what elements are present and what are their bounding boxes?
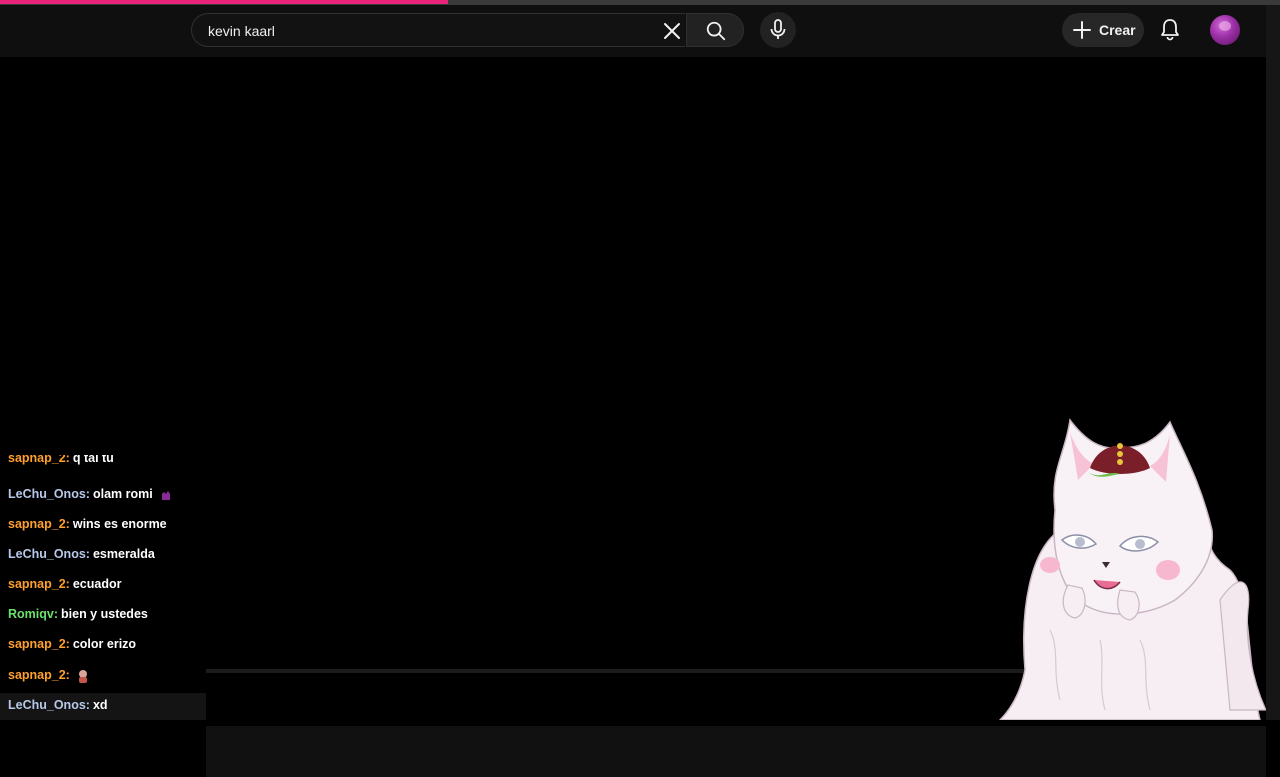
chat-message: LeChu_Onos: esmeralda	[8, 545, 155, 563]
chat-text: q tal tu	[72, 455, 114, 465]
chat-text: bien y ustedes	[61, 607, 148, 621]
chat-separator: :	[65, 637, 70, 651]
stream-chat-overlay: sapnap_2: q tal tu LeChu_Onos: olam romi sap…	[0, 455, 206, 720]
chat-text: color erizo	[72, 637, 137, 651]
chat-message: Romiqv: bien y ustedes	[8, 605, 148, 623]
chat-username: LeChu_Onos	[8, 698, 86, 712]
chat-separator: :	[85, 547, 90, 561]
white-cat-vtuber-avatar	[998, 418, 1266, 720]
chat-separator: :	[53, 607, 59, 621]
chat-separator: :	[85, 698, 90, 712]
loading-bar-fill	[0, 0, 448, 4]
chat-username: LeChu_Onos	[8, 487, 86, 501]
chat-username: sapnap_2	[8, 455, 66, 465]
player-bottom-panel	[206, 726, 1266, 777]
chat-message: LeChu_Onos: xd	[8, 696, 108, 714]
search-button[interactable]	[686, 13, 744, 47]
page-scrollbar[interactable]	[1266, 5, 1280, 720]
chat-separator: :	[65, 577, 70, 591]
close-icon[interactable]	[660, 19, 684, 43]
create-button[interactable]: Crear	[1062, 13, 1144, 47]
chat-text: esmeralda	[92, 547, 155, 561]
search-input[interactable]	[206, 14, 640, 48]
avatar[interactable]	[1210, 15, 1240, 45]
chat-username: LeChu_Onos	[8, 547, 86, 561]
notifications-button[interactable]	[1156, 16, 1184, 44]
chat-separator: :	[85, 487, 90, 501]
bell-icon	[1161, 19, 1179, 41]
chat-text: olam romi	[92, 487, 153, 501]
character-emote	[78, 669, 87, 683]
chat-separator: :	[65, 517, 70, 531]
chat-message: sapnap_2: color erizo	[8, 635, 136, 653]
chat-username: sapnap_2	[8, 577, 66, 591]
microphone-icon	[770, 19, 786, 39]
chat-username: sapnap_2	[8, 517, 66, 531]
purple-hand-emote	[161, 490, 170, 500]
chat-separator: :	[65, 668, 70, 682]
chat-text: ecuador	[72, 577, 122, 591]
search-box[interactable]	[191, 13, 685, 48]
chat-username: sapnap_2	[8, 637, 66, 651]
chat-separator: :	[65, 455, 70, 465]
plus-icon	[1073, 21, 1091, 39]
voice-search-button[interactable]	[760, 12, 796, 48]
chat-text: wins es enorme	[72, 517, 167, 531]
chat-message: sapnap_2: ecuador	[8, 575, 121, 593]
chat-username: sapnap_2	[8, 668, 66, 682]
chat-message: sapnap_2: wins es enorme	[8, 515, 167, 533]
chat-message: sapnap_2: q tal tu	[8, 455, 114, 467]
search-icon	[706, 21, 726, 41]
chat-message: LeChu_Onos: olam romi	[8, 485, 173, 503]
chat-text: xd	[92, 698, 108, 712]
create-label: Crear	[1099, 22, 1136, 38]
top-bar: Crear	[0, 5, 1266, 57]
chat-username: Romiqv	[8, 607, 54, 621]
chat-message: sapnap_2:	[8, 666, 90, 684]
